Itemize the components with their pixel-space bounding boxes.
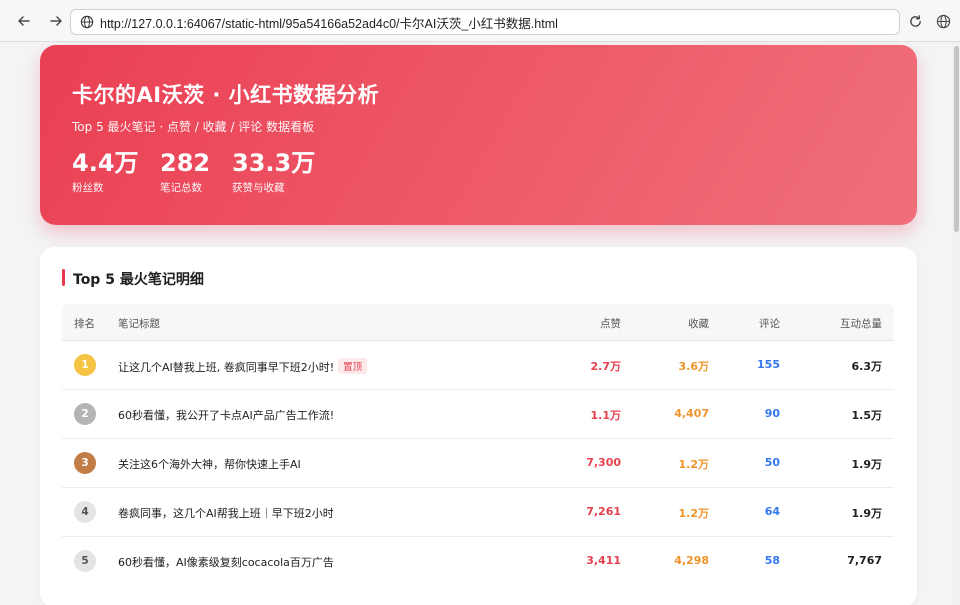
arrow-right-icon (50, 15, 62, 26)
stat-value: 282 (160, 149, 211, 177)
note-title: 关注这6个海外大神，帮你快速上手AI (118, 458, 301, 471)
back-button[interactable] (12, 9, 36, 33)
note-title: 60秒看懂，我公开了卡点AI产品广告工作流! (118, 409, 335, 422)
address-bar[interactable]: http://127.0.0.1:64067/static-html/95a54… (70, 9, 900, 35)
stat-value: 33.3万 (232, 149, 316, 177)
top-notes-card: Top 5 最火笔记明细 排名 笔记标题 点赞 收藏 评论 互动总量 1 让这几… (40, 247, 917, 605)
rank-badge: 2 (74, 403, 96, 425)
comments-value: 58 (764, 554, 780, 567)
comments-value: 90 (764, 407, 780, 420)
stat-label: 粉丝数 (72, 182, 104, 194)
table-row[interactable]: 3 关注这6个海外大神，帮你快速上手AI 7,300 1.2万 50 1.9万 (62, 439, 894, 488)
stat-followers: 4.4万 粉丝数 (72, 149, 139, 195)
header-comments: 评论 (759, 318, 780, 330)
header-title: 笔记标题 (118, 318, 160, 330)
arrow-left-icon (18, 15, 30, 26)
table-row[interactable]: 1 让这几个AI替我上班, 卷疯同事早下班2小时! 置顶 2.7万 3.6万 15… (62, 341, 894, 390)
table-row[interactable]: 4 卷疯同事，这几个AI帮我上班｜早下班2小时 7,261 1.2万 64 1.… (62, 488, 894, 537)
section-title: Top 5 最火笔记明细 (73, 272, 204, 288)
favorites-value: 4,407 (674, 407, 709, 420)
comments-value: 155 (757, 358, 780, 371)
comments-value: 64 (764, 505, 780, 518)
total-value: 1.9万 (851, 458, 883, 471)
note-title-text: 让这几个AI替我上班, 卷疯同事早下班2小时! (118, 361, 335, 374)
scrollbar-track[interactable] (952, 42, 960, 605)
page-viewport: 卡尔的AI沃茨 · 小红书数据分析 Top 5 最火笔记 · 点赞 / 收藏 /… (0, 42, 960, 605)
favorites-value: 1.2万 (678, 458, 710, 471)
header-favorites: 收藏 (688, 318, 709, 330)
header-total: 互动总量 (840, 318, 882, 330)
rank-badge: 1 (74, 354, 96, 376)
hero-banner: 卡尔的AI沃茨 · 小红书数据分析 Top 5 最火笔记 · 点赞 / 收藏 /… (40, 45, 917, 225)
stat-label: 获赞与收藏 (232, 182, 285, 194)
table-header: 排名 笔记标题 点赞 收藏 评论 互动总量 (62, 304, 894, 341)
section-accent-bar (62, 269, 65, 286)
comments-value: 50 (764, 456, 780, 469)
favorites-value: 4,298 (674, 554, 709, 567)
favorites-value: 1.2万 (678, 507, 710, 520)
reload-button[interactable] (903, 9, 927, 33)
rank-badge: 3 (74, 452, 96, 474)
pinned-badge: 置顶 (338, 358, 368, 374)
reload-icon (909, 14, 921, 27)
likes-value: 3,411 (586, 554, 621, 567)
scrollbar-thumb[interactable] (954, 46, 959, 232)
header-likes: 点赞 (600, 318, 621, 330)
url-text: http://127.0.0.1:64067/static-html/95a54… (100, 16, 558, 31)
browser-toolbar: http://127.0.0.1:64067/static-html/95a54… (0, 0, 960, 42)
note-title: 60秒看懂，AI像素级复刻cocacola百万广告 (118, 556, 334, 569)
rank-badge: 4 (74, 501, 96, 523)
forward-button[interactable] (44, 9, 68, 33)
likes-value: 1.1万 (590, 409, 622, 422)
table-row[interactable]: 2 60秒看懂，我公开了卡点AI产品广告工作流! 1.1万 4,407 90 1… (62, 390, 894, 439)
stat-likes-favorites: 33.3万 获赞与收藏 (232, 149, 315, 195)
stat-value: 4.4万 (72, 149, 139, 177)
likes-value: 2.7万 (590, 360, 622, 373)
likes-value: 7,300 (586, 456, 621, 469)
page-subtitle: Top 5 最火笔记 · 点赞 / 收藏 / 评论 数据看板 (72, 120, 315, 134)
header-rank: 排名 (74, 318, 95, 330)
language-button[interactable] (931, 9, 955, 33)
rank-badge: 5 (74, 550, 96, 572)
stat-label: 笔记总数 (160, 182, 202, 194)
total-value: 1.9万 (851, 507, 883, 520)
table-row[interactable]: 5 60秒看懂，AI像素级复刻cocacola百万广告 3,411 4,298 … (62, 537, 894, 586)
total-value: 1.5万 (851, 409, 883, 422)
likes-value: 7,261 (586, 505, 621, 518)
globe-icon (80, 15, 94, 29)
favorites-value: 3.6万 (678, 360, 710, 373)
total-value: 6.3万 (851, 360, 883, 373)
page-title: 卡尔的AI沃茨 · 小红书数据分析 (72, 83, 380, 107)
stat-notes: 282 笔记总数 (160, 149, 210, 195)
note-title: 卷疯同事，这几个AI帮我上班｜早下班2小时 (118, 507, 334, 520)
total-value: 7,767 (847, 554, 882, 567)
note-title: 让这几个AI替我上班, 卷疯同事早下班2小时! 置顶 (118, 358, 368, 375)
globe-icon (936, 14, 950, 28)
